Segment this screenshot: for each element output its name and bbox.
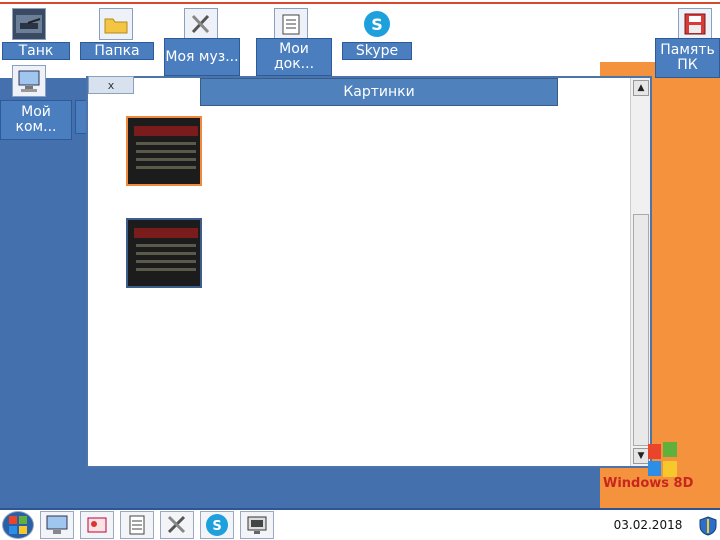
documents-icon xyxy=(129,515,145,535)
desktop-icon-label: Моя муз... xyxy=(164,38,240,76)
window-scrollbar[interactable]: ▲ ▼ xyxy=(630,78,650,466)
tank-picture-icon xyxy=(12,8,46,40)
scroll-down-button[interactable]: ▼ xyxy=(633,448,649,464)
desktop-icon-label: Мои док... xyxy=(256,38,332,76)
thumbnail-image-content xyxy=(134,126,198,136)
svg-text:S: S xyxy=(371,15,383,34)
image-thumbnail-1[interactable] xyxy=(126,116,202,186)
desktop-icon-label: Skype xyxy=(342,42,412,60)
computer-icon xyxy=(12,65,46,97)
start-button[interactable] xyxy=(2,511,34,539)
desktop-icon-label: Мой ком... xyxy=(0,100,72,140)
taskbar-documents-button[interactable] xyxy=(120,511,154,539)
scroll-thumb[interactable] xyxy=(633,214,649,446)
windows-flag-icon xyxy=(648,442,678,478)
music-tools-icon xyxy=(184,8,218,40)
documents-icon xyxy=(274,8,308,40)
windows-logo-text: Windows 8D xyxy=(603,476,694,491)
taskbar-skype-button[interactable]: S xyxy=(200,511,234,539)
window-close-button[interactable]: x xyxy=(88,76,134,94)
image-thumbnail-2[interactable] xyxy=(126,218,202,288)
scroll-up-button[interactable]: ▲ xyxy=(633,80,649,96)
taskbar-music-button[interactable] xyxy=(160,511,194,539)
desktop-accent-line xyxy=(0,2,720,4)
svg-text:S: S xyxy=(212,519,221,534)
desktop-icon-label: Танк xyxy=(2,42,70,60)
desktop-icon-label: Папка xyxy=(80,42,154,60)
skype-icon: S xyxy=(206,514,228,536)
desktop-icon-label: Память ПК xyxy=(655,38,720,78)
window-title: Картинки xyxy=(200,78,558,106)
skype-icon: S xyxy=(360,8,394,40)
windows-start-icon xyxy=(9,516,27,534)
monitor-icon xyxy=(247,516,267,534)
computer-icon xyxy=(46,515,68,534)
music-tools-icon xyxy=(167,515,186,534)
thumbnail-image-content xyxy=(134,228,198,238)
folder-icon xyxy=(99,8,133,40)
floppy-disk-icon xyxy=(678,8,712,40)
pictures-icon xyxy=(87,517,107,533)
taskbar-monitor-button[interactable] xyxy=(240,511,274,539)
taskbar-computer-button[interactable] xyxy=(40,511,74,539)
shield-icon[interactable] xyxy=(698,516,718,536)
taskbar-date: 03.02.2018 xyxy=(613,518,683,532)
taskbar-pictures-button[interactable] xyxy=(80,511,114,539)
